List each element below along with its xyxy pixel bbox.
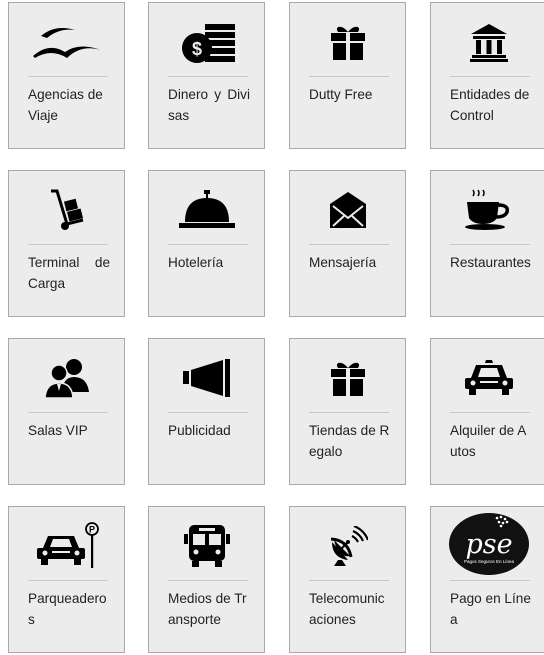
pse-logo-text: pse	[465, 529, 512, 560]
tile-pago-en-linea[interactable]: pse Pagos Seguros En Línea Pago en Línea	[430, 506, 544, 653]
tile-label: Dutty Free	[309, 87, 373, 102]
satellite-dish-icon	[290, 515, 405, 577]
tile-label: Mensajería	[309, 255, 377, 270]
tile-label: Dinero y Divisas	[168, 87, 250, 123]
car-icon	[431, 347, 544, 409]
megaphone-icon	[149, 347, 264, 409]
seagulls-icon	[9, 11, 124, 73]
tile-label: Medios de Transporte	[168, 591, 247, 627]
pse-logo-subtitle: Pagos Seguros En Línea	[463, 559, 514, 564]
tile-telecomunicaciones[interactable]: Telecomunicaciones	[289, 506, 406, 653]
tile-label: Alquiler de Autos	[450, 423, 527, 459]
tile-hoteleria[interactable]: Hotelería	[148, 170, 265, 317]
tile-label: Tiendas de Regalo	[309, 423, 390, 459]
coffee-cup-icon	[431, 179, 544, 241]
pse-logo: pse Pagos Seguros En Línea	[431, 513, 544, 575]
svg-text:P: P	[88, 525, 94, 535]
tile-label: Publicidad	[168, 423, 231, 438]
tile-dutty-free[interactable]: Dutty Free	[289, 2, 406, 149]
tile-salas-vip[interactable]: Salas VIP	[8, 338, 125, 485]
tile-publicidad[interactable]: Publicidad	[148, 338, 265, 485]
tile-terminal-de-carga[interactable]: Terminal de Carga	[8, 170, 125, 317]
tile-label: Terminal de Carga	[28, 255, 110, 291]
tile-tiendas-de-regalo[interactable]: Tiendas de Regalo	[289, 338, 406, 485]
tile-label: Restaurantes	[450, 255, 531, 270]
tile-dinero-y-divisas[interactable]: $ Dinero y Divisas	[148, 2, 265, 149]
money-bag-bills-icon: $	[149, 11, 264, 73]
gift-icon	[290, 11, 405, 73]
tile-label: Parqueaderos	[28, 591, 107, 627]
government-building-icon	[431, 11, 544, 73]
tile-medios-de-transporte[interactable]: Medios de Transporte	[148, 506, 265, 653]
envelope-icon	[290, 179, 405, 241]
bus-icon	[149, 515, 264, 577]
tile-parqueaderos[interactable]: P Parqueaderos	[8, 506, 125, 653]
gift-icon	[290, 347, 405, 409]
tile-alquiler-de-autos[interactable]: Alquiler de Autos	[430, 338, 544, 485]
parking-car-icon: P	[9, 515, 124, 577]
service-bell-icon	[149, 179, 264, 241]
tile-label: Agencias de Viaje	[28, 87, 103, 123]
tile-agencias-de-viaje[interactable]: Agencias de Viaje	[8, 2, 125, 149]
tile-label: Telecomunicaciones	[309, 591, 385, 627]
tile-entidades-de-control[interactable]: Entidades de Control	[430, 2, 544, 149]
tile-label: Salas VIP	[28, 423, 88, 438]
svg-text:$: $	[191, 39, 201, 59]
hand-truck-icon	[9, 179, 124, 241]
people-icon	[9, 347, 124, 409]
tile-label: Pago en Línea	[450, 591, 531, 627]
tile-label: Entidades de Control	[450, 87, 530, 123]
tile-label: Hotelería	[168, 255, 224, 270]
tile-restaurantes[interactable]: Restaurantes	[430, 170, 544, 317]
tile-mensajeria[interactable]: Mensajería	[289, 170, 406, 317]
